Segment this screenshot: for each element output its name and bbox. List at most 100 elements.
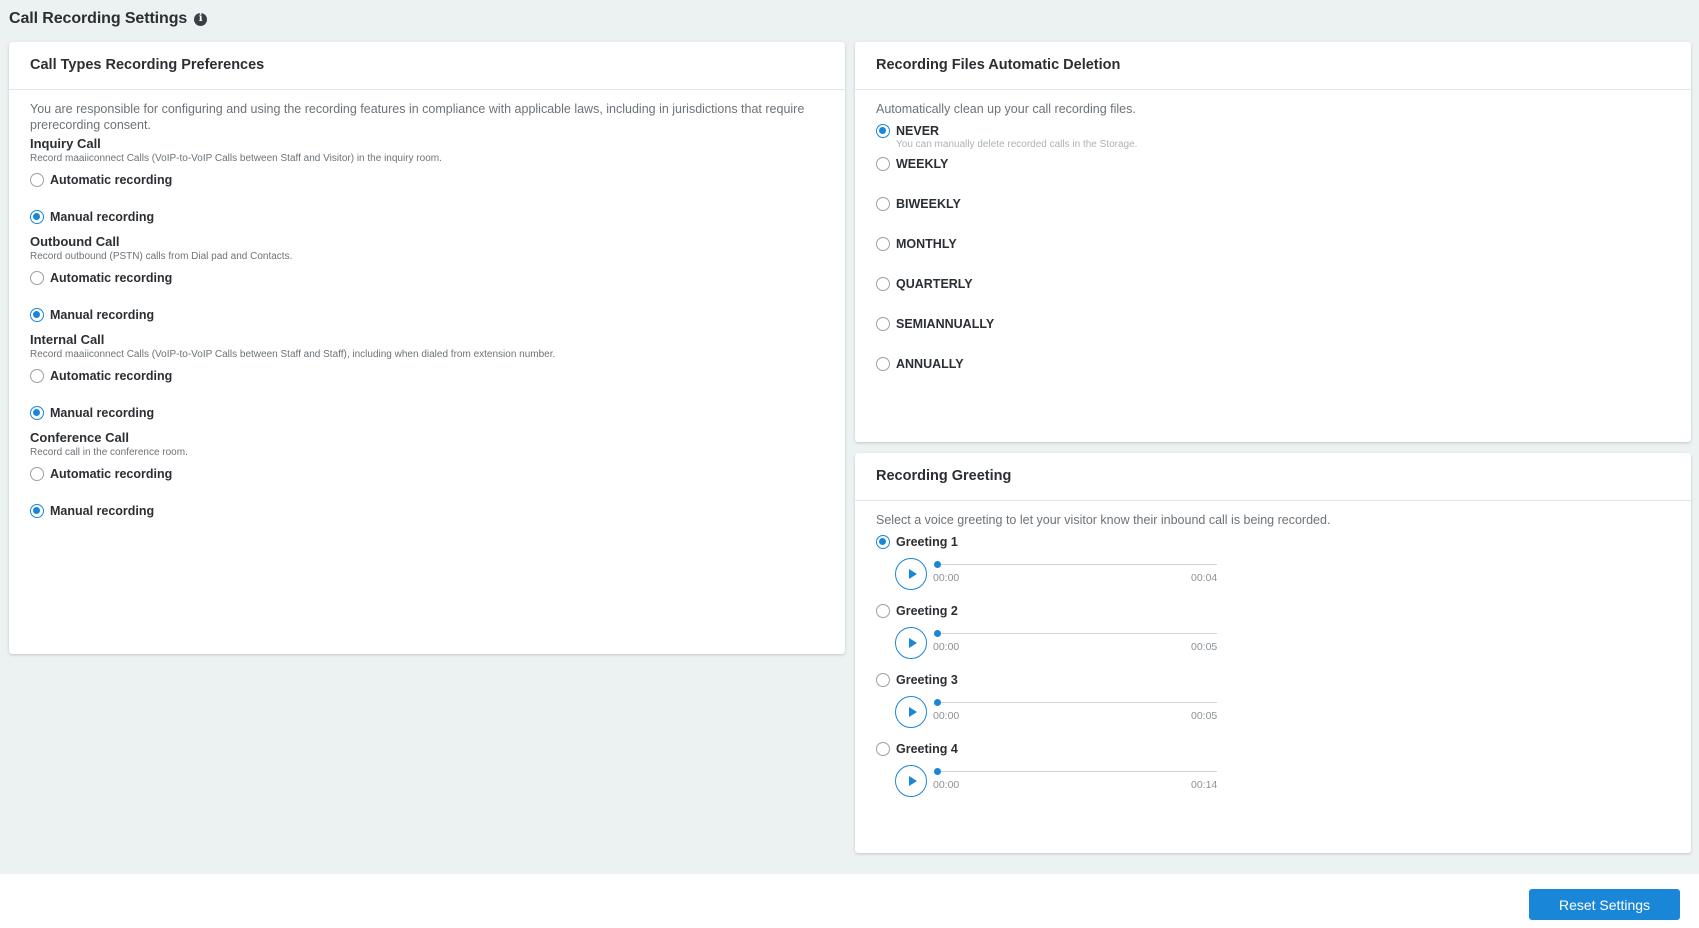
radio-label: Greeting 2 xyxy=(896,604,958,618)
never-hint: You can manually delete recorded calls i… xyxy=(896,139,1138,150)
radio-label: Greeting 1 xyxy=(896,535,958,549)
radio-label: Automatic recording xyxy=(50,173,173,187)
radio-button[interactable] xyxy=(876,742,890,756)
play-icon[interactable] xyxy=(895,558,927,590)
call-types-card: Call Types Recording Preferences You are… xyxy=(9,42,845,654)
radio-button[interactable] xyxy=(30,369,44,383)
play-icon[interactable] xyxy=(895,765,927,797)
radio-manual-recording[interactable]: Manual recording xyxy=(30,207,824,227)
time-duration: 00:04 xyxy=(1191,572,1218,584)
radio-button[interactable] xyxy=(30,210,44,224)
radio-manual-recording[interactable]: Manual recording xyxy=(30,305,824,325)
call-type-section-inquiry-call: Inquiry Call Record maaiiconnect Calls (V… xyxy=(30,136,824,227)
radio-label: Manual recording xyxy=(50,406,155,420)
greeting-option-3[interactable]: Greeting 3 xyxy=(876,670,1670,690)
radio-label: Automatic recording xyxy=(50,369,173,383)
radio-label: Automatic recording xyxy=(50,467,173,481)
radio-label: ANNUALLY xyxy=(896,357,964,371)
deletion-option-never[interactable]: NEVER xyxy=(876,121,1670,141)
deletion-option-annually[interactable]: ANNUALLY xyxy=(876,354,1670,374)
page-title: Call Recording Settings xyxy=(9,10,188,27)
greeting-option-4[interactable]: Greeting 4 xyxy=(876,739,1670,759)
section-title: Inquiry Call xyxy=(30,136,101,151)
radio-button[interactable] xyxy=(876,604,890,618)
call-type-section-outbound-call: Outbound Call Record outbound (PSTN) call… xyxy=(30,234,824,325)
radio-label: QUARTERLY xyxy=(896,277,973,291)
section-description: Record outbound (PSTN) calls from Dial p… xyxy=(30,251,293,262)
deletion-intro: Automatically clean up your call recordi… xyxy=(876,102,1136,116)
deletion-option-semiannually[interactable]: SEMIANNUALLY xyxy=(876,314,1670,334)
play-icon[interactable] xyxy=(895,696,927,728)
radio-label: Greeting 4 xyxy=(896,742,958,756)
deletion-option-quarterly[interactable]: QUARTERLY xyxy=(876,274,1670,294)
radio-label: Greeting 3 xyxy=(896,673,958,687)
radio-label: WEEKLY xyxy=(896,157,949,171)
radio-button[interactable] xyxy=(30,308,44,322)
audio-player: 00:00 00:04 xyxy=(895,556,1218,596)
audio-progress-knob[interactable] xyxy=(934,699,941,706)
time-duration: 00:05 xyxy=(1191,641,1218,653)
radio-button[interactable] xyxy=(876,124,890,138)
deletion-option-weekly[interactable]: WEEKLY xyxy=(876,154,1670,174)
greeting-body: Select a voice greeting to let your visi… xyxy=(855,501,1691,803)
reset-settings-button[interactable]: Reset Settings xyxy=(1529,889,1680,920)
radio-button[interactable] xyxy=(30,271,44,285)
radio-button[interactable] xyxy=(876,277,890,291)
radio-button[interactable] xyxy=(876,197,890,211)
section-description: Record call in the conference room. xyxy=(30,447,188,458)
audio-progress-knob[interactable] xyxy=(934,768,941,775)
time-current: 00:00 xyxy=(933,641,960,653)
radio-automatic-recording[interactable]: Automatic recording xyxy=(30,464,824,484)
page-header: Call Recording Settings i xyxy=(9,10,208,28)
info-icon[interactable]: i xyxy=(194,12,208,26)
audio-player: 00:00 00:05 xyxy=(895,694,1218,734)
audio-progress-knob[interactable] xyxy=(934,630,941,637)
greeting-option-1[interactable]: Greeting 1 xyxy=(876,532,1670,552)
time-current: 00:00 xyxy=(933,710,960,722)
radio-label: SEMIANNUALLY xyxy=(896,317,995,331)
time-duration: 00:05 xyxy=(1191,710,1218,722)
call-type-section-internal-call: Internal Call Record maaiiconnect Calls (… xyxy=(30,332,824,423)
radio-manual-recording[interactable]: Manual recording xyxy=(30,403,824,423)
radio-button[interactable] xyxy=(30,406,44,420)
call-type-section-conference-call: Conference Call Record call in the confer… xyxy=(30,430,824,521)
radio-button[interactable] xyxy=(876,357,890,371)
footer-bar xyxy=(0,874,1699,928)
radio-button[interactable] xyxy=(876,535,890,549)
audio-player: 00:00 00:14 xyxy=(895,763,1218,803)
radio-label: NEVER xyxy=(896,124,940,138)
call-types-intro: You are responsible for configuring and … xyxy=(30,102,805,132)
section-description: Record maaiiconnect Calls (VoIP-to-VoIP … xyxy=(30,349,556,360)
section-description: Record maaiiconnect Calls (VoIP-to-VoIP … xyxy=(30,153,442,164)
radio-automatic-recording[interactable]: Automatic recording xyxy=(30,170,824,190)
radio-button[interactable] xyxy=(876,673,890,687)
section-title: Outbound Call xyxy=(30,234,120,249)
radio-automatic-recording[interactable]: Automatic recording xyxy=(30,268,824,288)
deletion-option-biweekly[interactable]: BIWEEKLY xyxy=(876,194,1670,214)
audio-progress-track[interactable] xyxy=(934,633,1217,634)
greeting-intro: Select a voice greeting to let your visi… xyxy=(876,513,1331,527)
radio-button[interactable] xyxy=(30,173,44,187)
play-icon[interactable] xyxy=(895,627,927,659)
radio-automatic-recording[interactable]: Automatic recording xyxy=(30,366,824,386)
audio-progress-knob[interactable] xyxy=(934,561,941,568)
radio-button[interactable] xyxy=(30,504,44,518)
radio-label: MONTHLY xyxy=(896,237,957,251)
audio-progress-track[interactable] xyxy=(934,771,1217,772)
radio-button[interactable] xyxy=(30,467,44,481)
call-types-body: You are responsible for configuring and … xyxy=(9,90,845,521)
deletion-title: Recording Files Automatic Deletion xyxy=(855,42,1691,90)
audio-progress-track[interactable] xyxy=(934,564,1217,565)
section-title: Conference Call xyxy=(30,430,129,445)
audio-progress-track[interactable] xyxy=(934,702,1217,703)
radio-button[interactable] xyxy=(876,237,890,251)
deletion-body: Automatically clean up your call recordi… xyxy=(855,90,1691,374)
radio-manual-recording[interactable]: Manual recording xyxy=(30,501,824,521)
greeting-option-2[interactable]: Greeting 2 xyxy=(876,601,1670,621)
radio-label: Manual recording xyxy=(50,210,155,224)
radio-label: Manual recording xyxy=(50,308,155,322)
radio-button[interactable] xyxy=(876,157,890,171)
radio-button[interactable] xyxy=(876,317,890,331)
deletion-option-monthly[interactable]: MONTHLY xyxy=(876,234,1670,254)
time-duration: 00:14 xyxy=(1191,779,1218,791)
